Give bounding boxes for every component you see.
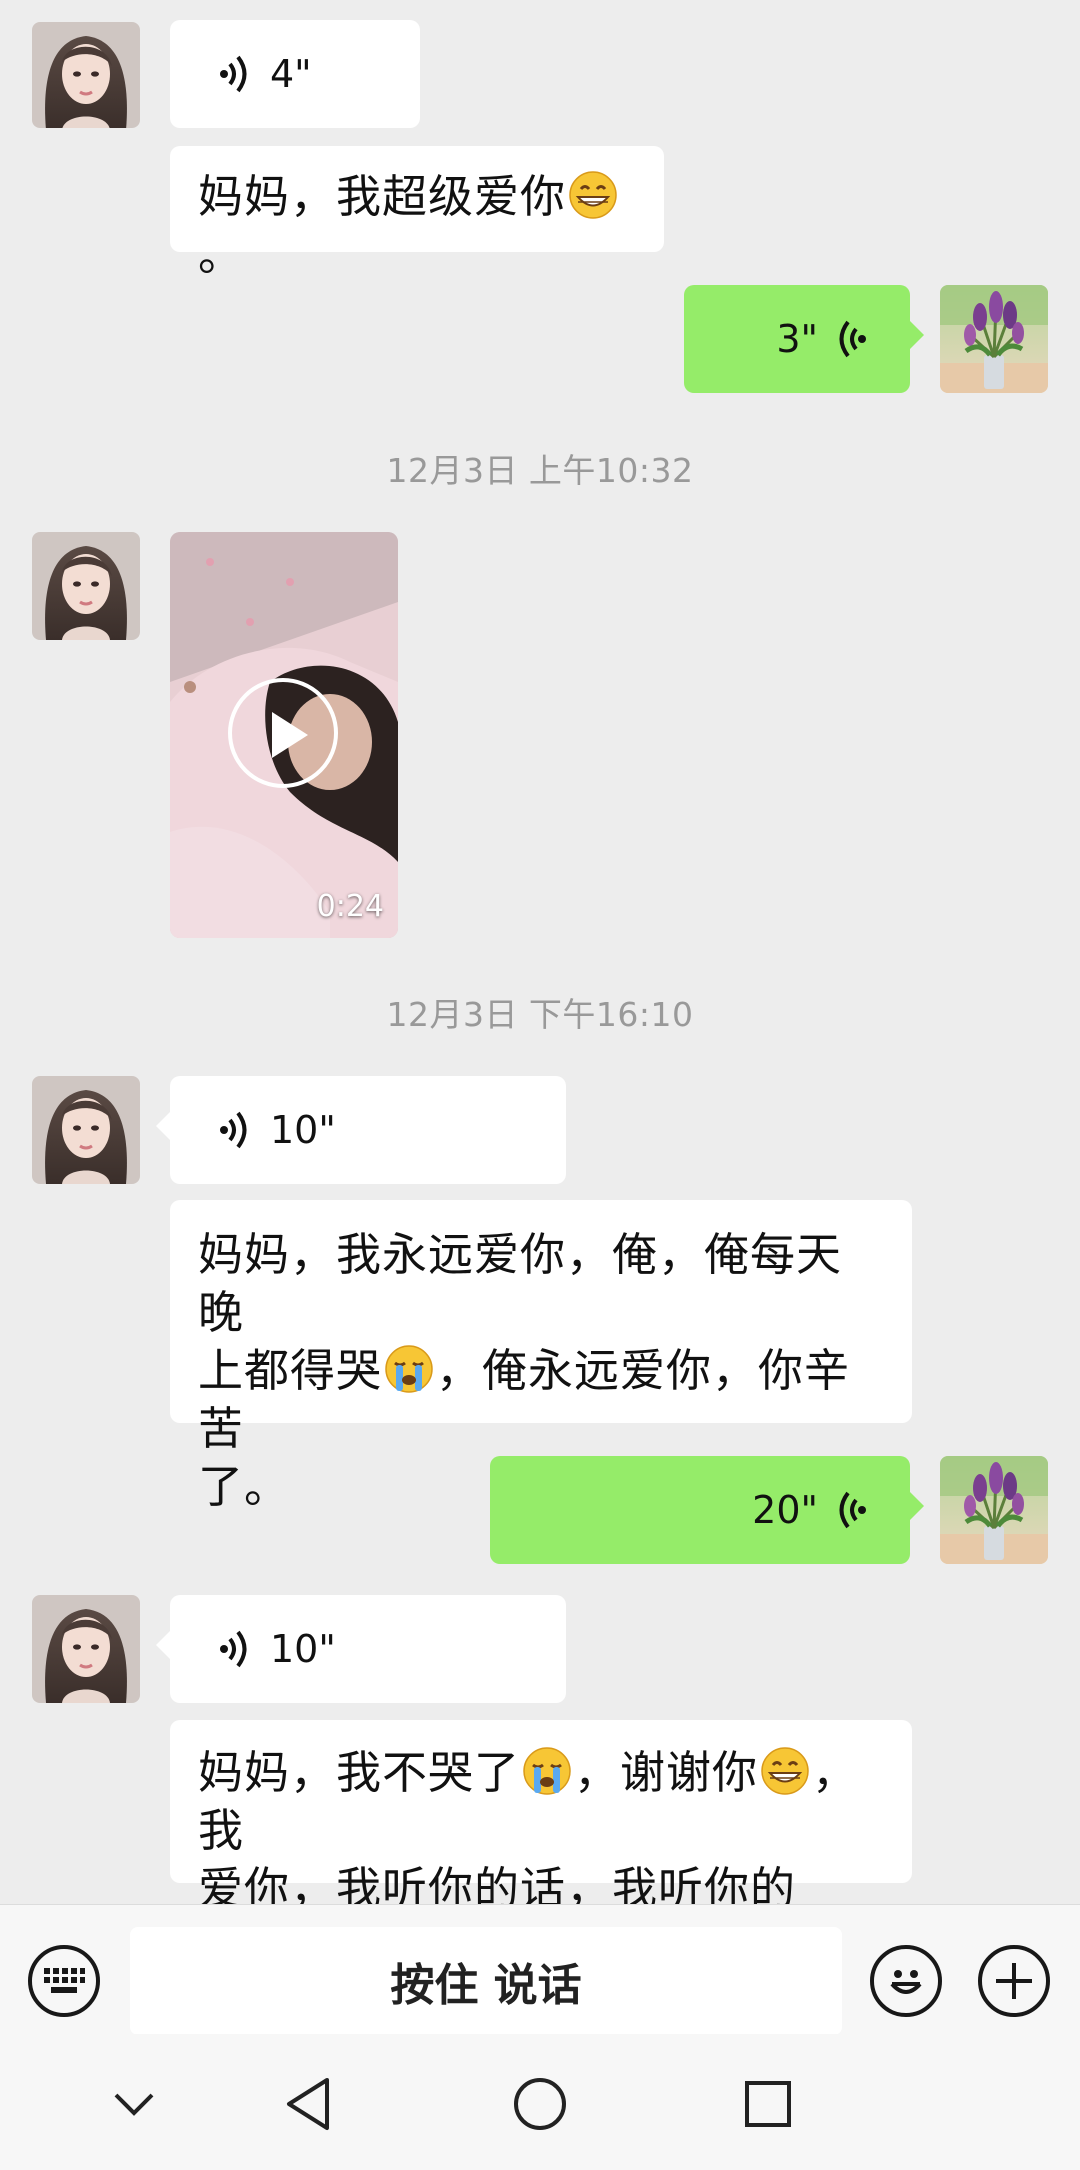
voice-duration: 4" xyxy=(270,52,312,96)
my-avatar-image xyxy=(940,285,1048,393)
message-text-line: 爱你，我听你的话，我听你的话。 xyxy=(198,1862,797,1904)
grinning-face-emoji xyxy=(568,170,618,220)
text-message-incoming[interactable]: 妈妈，我不哭了，谢谢你，我 爱你，我听你的话，我听你的话。 xyxy=(170,1720,912,1904)
grinning-face-emoji xyxy=(760,1746,810,1796)
voice-message-incoming[interactable]: 4" xyxy=(170,20,420,128)
message-text-line: 妈妈，我永远爱你，俺，俺每天晚 xyxy=(198,1228,843,1339)
contact-avatar[interactable] xyxy=(32,1076,140,1184)
voice-wave-icon xyxy=(834,1490,868,1530)
contact-avatar[interactable] xyxy=(32,532,140,640)
my-avatar-image xyxy=(940,1456,1048,1564)
input-bar: 按住 说话 xyxy=(0,1904,1080,2035)
voice-wave-icon xyxy=(218,1110,252,1150)
message-text: 妈妈，我超级爱你 xyxy=(198,170,567,223)
contact-avatar[interactable] xyxy=(32,22,140,128)
contact-avatar-image xyxy=(32,532,140,640)
plus-icon[interactable] xyxy=(978,1945,1050,2017)
voice-message-outgoing[interactable]: 3" xyxy=(684,285,924,393)
voice-duration: 10" xyxy=(270,1108,336,1152)
voice-message-outgoing[interactable]: 20" xyxy=(490,1456,924,1564)
chevron-down-icon[interactable] xyxy=(104,2074,164,2134)
voice-duration: 10" xyxy=(270,1627,336,1671)
loudly-crying-face-emoji xyxy=(522,1746,572,1796)
recents-square-icon[interactable] xyxy=(738,2074,798,2134)
voice-wave-icon xyxy=(218,1629,252,1669)
voice-duration: 20" xyxy=(752,1488,818,1532)
contact-avatar[interactable] xyxy=(32,1595,140,1703)
text-message-incoming[interactable]: 妈妈，我永远爱你，俺，俺每天晚 上都得哭 ，俺永远爱你，你辛苦 了。 xyxy=(170,1200,912,1513)
message-text-line: 妈妈，我不哭了 ，谢谢你 ，我 xyxy=(198,1744,884,1860)
message-text: 。 xyxy=(198,228,245,281)
video-duration: 0:24 xyxy=(316,889,384,924)
play-icon[interactable] xyxy=(228,678,338,788)
timestamp: 12月3日 上午10:32 xyxy=(386,451,694,490)
smiley-icon[interactable] xyxy=(870,1945,942,2017)
contact-avatar-image xyxy=(32,1595,140,1703)
voice-message-incoming[interactable]: 10" xyxy=(156,1076,566,1184)
contact-avatar-image xyxy=(32,22,140,128)
my-avatar[interactable] xyxy=(940,285,1048,393)
chat-area[interactable]: 4" 妈妈，我超级爱你。 3" 12月3日 上午10:32 0:24 12月3日… xyxy=(0,0,1080,1904)
contact-avatar-image xyxy=(32,1076,140,1184)
message-text: ，谢谢你 xyxy=(574,1746,759,1799)
timestamp: 12月3日 下午16:10 xyxy=(386,995,694,1034)
voice-message-incoming[interactable]: 10" xyxy=(156,1595,566,1703)
video-message[interactable]: 0:24 xyxy=(170,532,398,938)
home-circle-icon[interactable] xyxy=(510,2074,570,2134)
message-text-line: 上都得哭 ，俺永远爱你，你辛苦 xyxy=(198,1342,884,1458)
back-triangle-icon[interactable] xyxy=(278,2074,338,2134)
hold-to-talk-button[interactable]: 按住 说话 xyxy=(130,1927,842,2035)
my-avatar[interactable] xyxy=(940,1456,1048,1564)
text-message-incoming[interactable]: 妈妈，我超级爱你。 xyxy=(170,146,664,281)
keyboard-icon[interactable] xyxy=(28,1945,100,2017)
message-text: 上都得哭 xyxy=(198,1344,383,1397)
voice-duration: 3" xyxy=(776,317,818,361)
voice-wave-icon xyxy=(834,319,868,359)
message-text: 妈妈，我不哭了 xyxy=(198,1746,521,1799)
voice-wave-icon xyxy=(218,54,252,94)
system-nav-bar xyxy=(0,2034,1080,2170)
loudly-crying-face-emoji xyxy=(384,1344,434,1394)
